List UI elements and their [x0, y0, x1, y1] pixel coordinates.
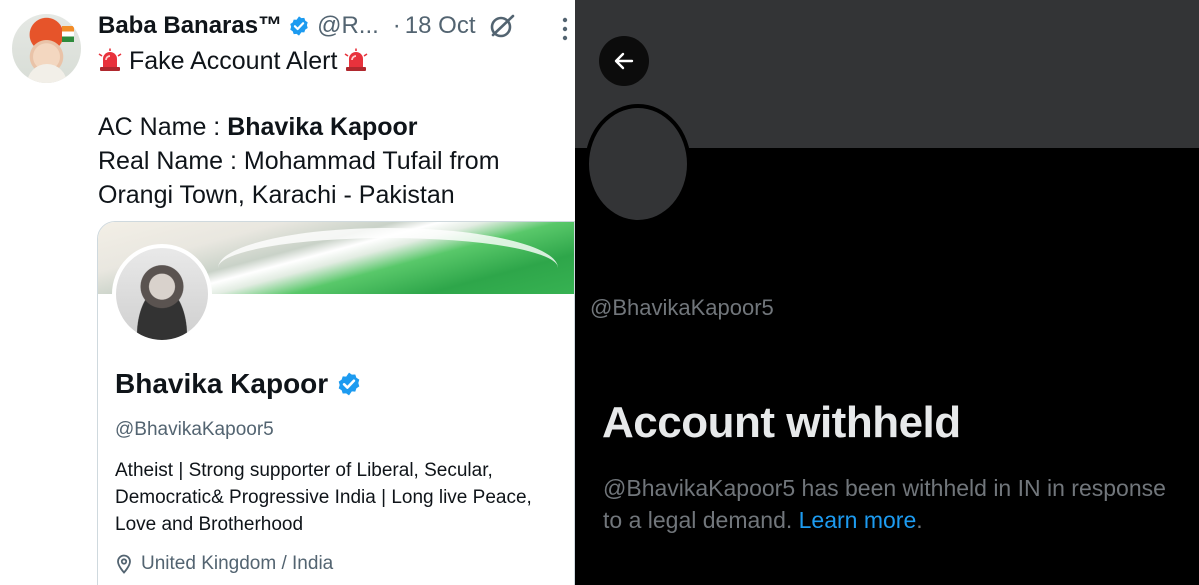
siren-emoji-icon [344, 48, 368, 71]
withheld-message-line-2: to a legal demand. Learn more. [603, 504, 1183, 536]
ac-name-line: AC Name : Bhavika Kapoor [98, 110, 568, 144]
withheld-title: Account withheld [602, 398, 961, 447]
author-name[interactable]: Baba Banaras™ [98, 12, 282, 40]
bio-line: Democratic& Progressive India | Long liv… [115, 487, 532, 508]
avatar-shirt [27, 64, 67, 83]
withheld-message: @BhavikaKapoor5 has been withheld in IN … [603, 472, 1183, 536]
withheld-avatar [585, 104, 691, 224]
real-name-line-1: Real Name : Mohammad Tufail from [98, 147, 500, 175]
header-separator: · [392, 12, 401, 39]
ac-name-value: Bhavika Kapoor [227, 113, 418, 141]
tweet-header: Baba Banaras™ @R... · 18 Oct [98, 8, 517, 44]
withheld-handle: @BhavikaKapoor5 [590, 295, 774, 320]
grok-icon[interactable] [487, 11, 517, 41]
tweet-headline: Fake Account Alert [128, 47, 338, 75]
siren-emoji-icon [98, 48, 122, 71]
profile-location: United Kingdom / India [115, 553, 333, 575]
withheld-message-trailing: . [916, 507, 923, 533]
profile-card[interactable]: Bhavika Kapoor @BhavikaKapoor5 Atheist |… [97, 221, 575, 585]
tweet-date[interactable]: 18 Oct [405, 12, 476, 40]
profile-avatar[interactable] [112, 244, 212, 344]
tweet-headline-line: Fake Account Alert [98, 44, 568, 78]
verified-badge-icon [290, 16, 308, 36]
profile-handle: @BhavikaKapoor5 [115, 419, 274, 440]
tweet-body: Fake Account Alert AC Name : Bhavika Kap… [98, 44, 568, 212]
bio-line: Love and Brotherhood [115, 514, 304, 535]
profile-name-row: Bhavika Kapoor [115, 368, 362, 400]
verified-badge-icon [338, 372, 360, 396]
tweet-panel: Baba Banaras™ @R... · 18 Oct Fake Accoun… [0, 0, 575, 585]
back-button[interactable] [599, 36, 649, 86]
location-pin-icon [117, 554, 131, 574]
withheld-message-text: to a legal demand. [603, 507, 799, 533]
learn-more-link[interactable]: Learn more [799, 507, 917, 533]
back-arrow-icon [614, 52, 634, 70]
real-name-line-2: Orangi Town, Karachi - Pakistan [98, 181, 455, 209]
bio-line: Atheist | Strong supporter of Liberal, S… [115, 460, 493, 481]
more-options-icon[interactable] [561, 16, 569, 42]
ac-name-label: AC Name : [98, 113, 228, 141]
withheld-panel: @BhavikaKapoor5 Account withheld @Bhavik… [575, 0, 1199, 585]
author-avatar[interactable] [12, 14, 81, 83]
author-handle[interactable]: @R... [317, 12, 379, 40]
profile-name: Bhavika Kapoor [115, 368, 329, 399]
location-text: United Kingdom / India [141, 553, 334, 574]
withheld-message-line-1: @BhavikaKapoor5 has been withheld in IN … [603, 475, 1166, 501]
avatar-flag [62, 26, 74, 42]
profile-bio: Atheist | Strong supporter of Liberal, S… [115, 457, 570, 538]
